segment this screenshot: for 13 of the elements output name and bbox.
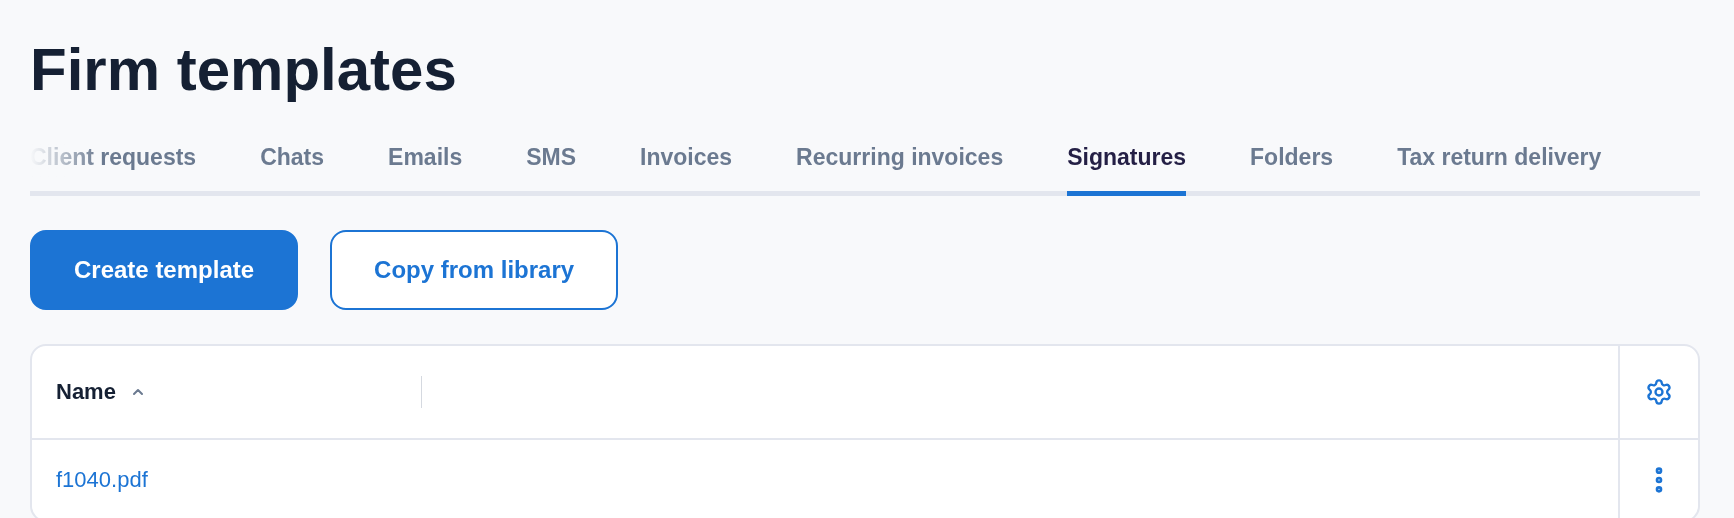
- tab[interactable]: Folders: [1250, 140, 1334, 196]
- tab[interactable]: SMS: [526, 140, 577, 196]
- create-template-button[interactable]: Create template: [30, 229, 299, 310]
- tab[interactable]: Invoices: [640, 140, 733, 196]
- template-link[interactable]: f1040.pdf: [56, 467, 148, 492]
- tab[interactable]: Signatures: [1067, 140, 1187, 196]
- copy-from-library-button[interactable]: Copy from library: [330, 229, 619, 310]
- tab[interactable]: Recurring invoices: [796, 140, 1004, 196]
- tab[interactable]: Tax return delivery: [1397, 140, 1602, 196]
- tab[interactable]: Chats: [260, 140, 325, 196]
- column-header[interactable]: Name: [56, 375, 116, 408]
- page-title: Firm templates: [30, 35, 458, 105]
- tab[interactable]: Emails: [388, 140, 463, 196]
